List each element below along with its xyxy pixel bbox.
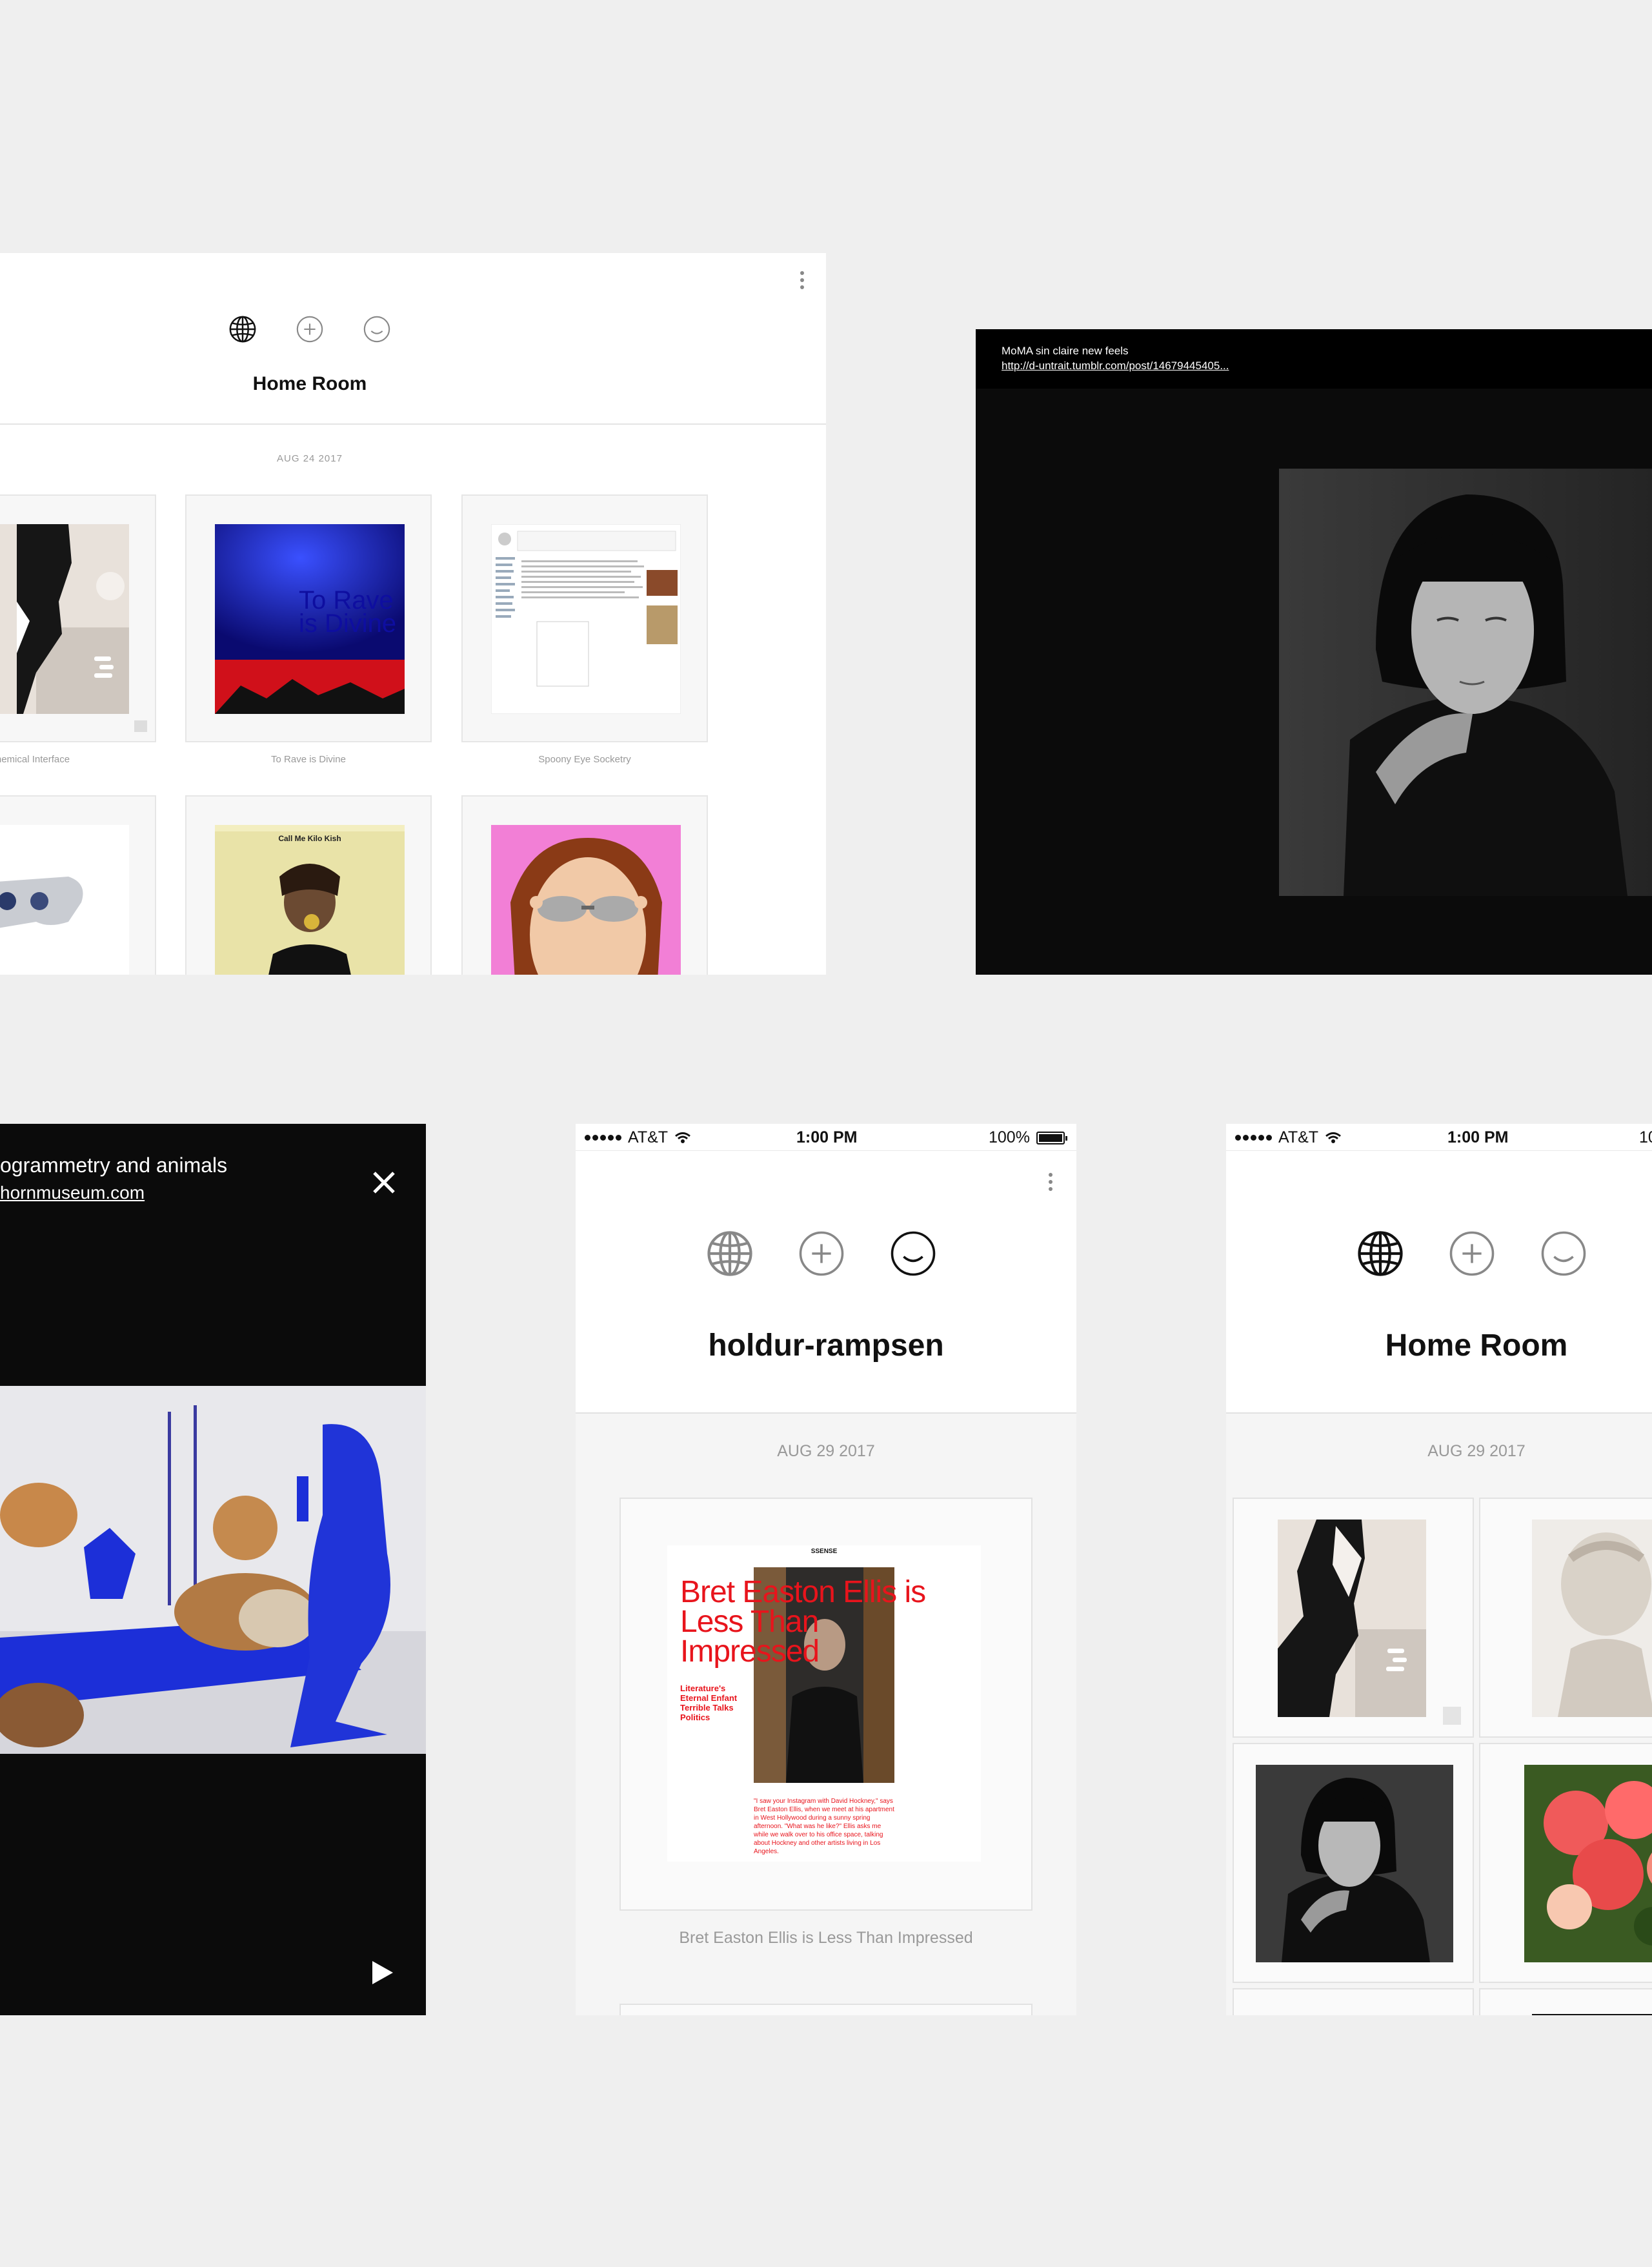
grid-tile-next[interactable] bbox=[1233, 1988, 1474, 2015]
battery-percent: 10 bbox=[1639, 1128, 1652, 1146]
image-viewer-panel: MoMA sin claire new feels http://d-untra… bbox=[976, 329, 1652, 975]
tile-caption: To Rave is Divine bbox=[271, 754, 346, 765]
carrier-label: AT&T bbox=[628, 1128, 669, 1146]
feed-date: AUG 29 2017 bbox=[777, 1442, 875, 1460]
article-headline: Bret Easton Ellis is Less Than Impressed bbox=[680, 1575, 926, 1669]
feed-tile-cartoon[interactable] bbox=[461, 795, 708, 975]
feed-tile-rave[interactable]: To Rave is Divine bbox=[185, 494, 432, 742]
tile-caption: hemical Interface bbox=[0, 754, 70, 765]
status-bar: AT&T 1:00 PM 100% bbox=[576, 1124, 1076, 1151]
room-title: holdur-rampsen bbox=[708, 1328, 944, 1363]
rave-thumbnail: To Rave is Divine bbox=[215, 524, 405, 714]
carrier-label: AT&T bbox=[1278, 1128, 1319, 1146]
kilo-kish-thumbnail: Call Me Kilo Kish bbox=[215, 825, 405, 975]
illustration-thumbnail bbox=[0, 524, 129, 714]
source-link[interactable]: hornmuseum.com bbox=[0, 1183, 145, 1203]
controller-thumbnail bbox=[0, 825, 129, 975]
wifi-icon bbox=[675, 1132, 690, 1143]
grid-tile-portrait[interactable] bbox=[1233, 1743, 1474, 1983]
plus-circle-icon[interactable] bbox=[1447, 1228, 1497, 1279]
wifi-icon bbox=[1325, 1132, 1341, 1143]
grid-tile-illustration[interactable] bbox=[1233, 1498, 1474, 1738]
feed-date: AUG 29 2017 bbox=[1427, 1442, 1526, 1460]
wikipedia-thumbnail bbox=[491, 524, 681, 714]
close-icon[interactable] bbox=[368, 1166, 400, 1199]
phone-holdur-rampsen: AT&T 1:00 PM 100% holdur-rampsen AUG 29 … bbox=[576, 1124, 1076, 2015]
feed-date: AUG 24 2017 bbox=[277, 453, 343, 464]
header-divider bbox=[0, 423, 826, 425]
kebab-menu-icon[interactable] bbox=[1049, 1173, 1053, 1191]
status-bar: AT&T 1:00 PM 10 bbox=[1226, 1124, 1652, 1151]
video-viewer-panel: ogrammetry and animals hornmuseum.com bbox=[0, 1124, 426, 2015]
globe-icon[interactable] bbox=[1355, 1228, 1405, 1279]
portrait-photo bbox=[1279, 469, 1652, 896]
plus-circle-icon[interactable] bbox=[796, 1228, 847, 1279]
room-title: Home Room bbox=[1385, 1328, 1568, 1363]
room-nav bbox=[1355, 1228, 1589, 1279]
exhibit-video-frame bbox=[0, 1386, 426, 1754]
signal-icon bbox=[585, 1135, 621, 1141]
clock: 1:00 PM bbox=[796, 1128, 858, 1146]
article-sidebar: Literature's Eternal Enfant Terrible Tal… bbox=[680, 1683, 738, 1722]
globe-icon[interactable] bbox=[705, 1228, 755, 1279]
room-nav bbox=[705, 1228, 938, 1279]
clock: 1:00 PM bbox=[1447, 1128, 1509, 1146]
feed-tile-wikipedia[interactable] bbox=[461, 494, 708, 742]
play-badge-icon bbox=[134, 720, 147, 732]
feed: AUG 29 2017 SSENSE Bret Easton Ellis is … bbox=[576, 1414, 1076, 2015]
globe-icon[interactable] bbox=[228, 314, 257, 344]
feed-tile-kilo-kish[interactable]: Call Me Kilo Kish bbox=[185, 795, 432, 975]
feed-tile-controller[interactable] bbox=[0, 795, 156, 975]
post-title: MoMA sin claire new feels bbox=[1002, 345, 1129, 357]
signal-icon bbox=[1235, 1135, 1272, 1141]
post-caption: Bret Easton Ellis is Less Than Impressed bbox=[679, 1929, 973, 1947]
phone-home-room: AT&T 1:00 PM 10 Home Room AUG 29 2017 bbox=[1226, 1124, 1652, 2015]
play-icon[interactable] bbox=[371, 1960, 394, 1986]
viewer-header: MoMA sin claire new feels http://d-untra… bbox=[976, 329, 1652, 389]
smiley-icon[interactable] bbox=[888, 1228, 938, 1279]
tile-caption: Spoony Eye Socketry bbox=[538, 754, 631, 765]
plus-circle-icon[interactable] bbox=[295, 314, 325, 344]
feed: AUG 29 2017 bbox=[1226, 1414, 1652, 2015]
site-logo: SSENSE bbox=[811, 1548, 838, 1555]
post-card[interactable]: SSENSE Bret Easton Ellis is Less Than Im… bbox=[620, 1498, 1032, 1911]
overlay-title: To Rave is Divine bbox=[299, 586, 397, 638]
room-nav bbox=[0, 314, 620, 344]
battery-icon bbox=[1036, 1131, 1067, 1144]
battery-percent: 100% bbox=[989, 1128, 1030, 1146]
feed-tile-illustration[interactable] bbox=[0, 494, 156, 742]
grid-tile-sculpture[interactable] bbox=[1479, 1498, 1652, 1738]
next-post-card[interactable] bbox=[620, 2004, 1032, 2015]
article-screenshot: SSENSE Bret Easton Ellis is Less Than Im… bbox=[667, 1545, 981, 1862]
play-badge-icon bbox=[1443, 1707, 1461, 1725]
desktop-home-room-panel: Home Room AUG 24 2017 hemical Interface bbox=[0, 253, 826, 975]
cartoon-thumbnail bbox=[491, 825, 681, 975]
smiley-icon[interactable] bbox=[362, 314, 392, 344]
post-title: ogrammetry and animals bbox=[0, 1154, 228, 1177]
source-link[interactable]: http://d-untrait.tumblr.com/post/1467944… bbox=[1002, 360, 1229, 372]
grid-tile-flowers[interactable] bbox=[1479, 1743, 1652, 1983]
article-quote: "I saw your Instagram with David Hockney… bbox=[754, 1798, 894, 1855]
kebab-menu-icon[interactable] bbox=[800, 271, 804, 289]
room-title: Home Room bbox=[252, 373, 367, 394]
grid-tile-next[interactable] bbox=[1479, 1988, 1652, 2015]
smiley-icon[interactable] bbox=[1538, 1228, 1589, 1279]
